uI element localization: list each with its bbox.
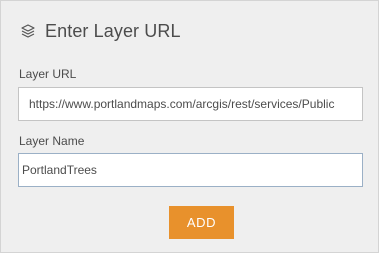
add-layer-panel: Enter Layer URL Layer URL Layer Name ADD [0, 0, 379, 253]
layer-name-label: Layer Name [19, 134, 85, 148]
layer-url-input[interactable] [18, 87, 363, 121]
layers-icon [20, 23, 36, 39]
layer-url-label: Layer URL [19, 67, 77, 81]
panel-header: Enter Layer URL [20, 20, 181, 42]
panel-title: Enter Layer URL [45, 20, 181, 41]
layer-name-input[interactable] [18, 153, 363, 187]
add-button[interactable]: ADD [169, 206, 234, 239]
